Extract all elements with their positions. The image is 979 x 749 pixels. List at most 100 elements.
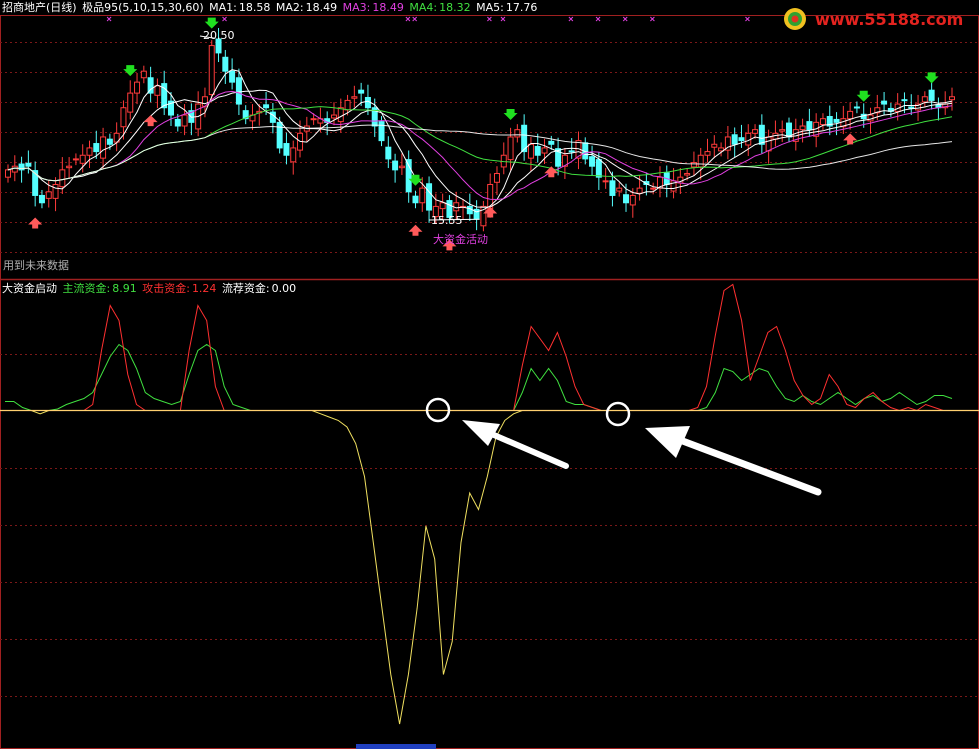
site-url: www.55188.com bbox=[815, 10, 964, 29]
candle-body bbox=[290, 147, 297, 163]
candle-body bbox=[847, 110, 854, 120]
attack-fund-value: 1.24 bbox=[191, 282, 217, 295]
candle-body bbox=[337, 107, 344, 123]
sell-arrow-icon bbox=[503, 108, 518, 120]
candle-body bbox=[541, 147, 548, 154]
ma1-line bbox=[7, 69, 953, 213]
candle-body bbox=[263, 104, 270, 109]
candle-body bbox=[310, 118, 317, 121]
candle-body bbox=[59, 169, 66, 188]
candle-body bbox=[819, 118, 826, 126]
candle-body bbox=[208, 45, 215, 96]
cross-marker-icon bbox=[500, 16, 506, 22]
candle-body bbox=[358, 89, 365, 94]
candle-body bbox=[507, 136, 514, 161]
candle-body bbox=[100, 136, 107, 159]
candle-body bbox=[853, 106, 860, 109]
candle-body bbox=[833, 118, 840, 123]
cross-marker-icon bbox=[106, 16, 112, 22]
candle-body bbox=[378, 121, 385, 142]
cross-marker-icon bbox=[405, 16, 411, 22]
buy-arrow-icon bbox=[28, 217, 43, 229]
candle-body bbox=[697, 154, 704, 168]
candle-body bbox=[45, 191, 52, 199]
candle-body bbox=[5, 169, 11, 178]
candle-body bbox=[140, 70, 147, 79]
candle-body bbox=[731, 134, 738, 145]
candle-body bbox=[11, 165, 18, 173]
candle-body bbox=[690, 162, 697, 168]
stock-title: 招商地产(日线) bbox=[2, 1, 77, 14]
candle-body bbox=[901, 99, 908, 102]
ma2-value: 18.49 bbox=[305, 1, 338, 14]
candle-body bbox=[174, 118, 181, 127]
future-data-label: 用到未来数据 bbox=[3, 259, 69, 272]
candle-body bbox=[25, 162, 32, 167]
candle-body bbox=[684, 173, 691, 176]
candle-body bbox=[779, 129, 786, 132]
upper-legend: 招商地产(日线) 极品95(5,10,15,30,60) MA1: 18.58 M… bbox=[2, 1, 539, 15]
candle-body bbox=[867, 114, 874, 122]
candle-body bbox=[589, 156, 596, 167]
lower-title: 大资金启动 bbox=[2, 282, 57, 295]
candle-body bbox=[439, 202, 446, 210]
candle-body bbox=[229, 70, 236, 83]
candle-body bbox=[38, 194, 45, 204]
sell-arrow-icon bbox=[204, 17, 219, 29]
ma4-value: 18.32 bbox=[439, 1, 471, 14]
candle-body bbox=[921, 96, 928, 103]
main-fund-negative-line bbox=[5, 410, 952, 725]
candle-body bbox=[222, 56, 229, 72]
buy-arrow-icon bbox=[408, 224, 423, 236]
main-fund-value: 8.91 bbox=[112, 282, 137, 295]
cross-marker-icon bbox=[487, 16, 492, 22]
sell-arrow-icon bbox=[123, 65, 138, 77]
candle-body bbox=[949, 96, 955, 101]
flow-fund-label: 流荐资金: bbox=[221, 282, 270, 295]
logo-swirl-icon bbox=[784, 8, 806, 30]
candle-body bbox=[881, 100, 888, 105]
lower-legend: 大资金启动 主流资金: 8.91 攻击资金: 1.24 流荐资金: 0.00 bbox=[2, 282, 298, 296]
candle-body bbox=[527, 143, 534, 159]
flow-fund-value: 0.00 bbox=[271, 282, 297, 295]
ma4-label: MA4: bbox=[409, 1, 438, 14]
candle-body bbox=[120, 107, 127, 128]
ma5-value: 17.76 bbox=[505, 1, 538, 14]
ma1-value: 18.58 bbox=[238, 1, 271, 14]
candle-body bbox=[330, 114, 337, 119]
candle-body bbox=[636, 187, 643, 194]
candle-body bbox=[711, 143, 718, 148]
candle-body bbox=[568, 150, 575, 153]
candle-body bbox=[419, 187, 426, 204]
main-fund-label: 主流资金: bbox=[62, 282, 111, 295]
candle-body bbox=[412, 195, 419, 204]
candle-body bbox=[351, 96, 358, 99]
candle-body bbox=[235, 77, 242, 105]
candle-body bbox=[181, 114, 188, 127]
candle-body bbox=[493, 173, 500, 183]
site-logo: www.55188.com bbox=[775, 4, 975, 34]
sell-arrow-icon bbox=[856, 90, 871, 102]
candle-body bbox=[752, 129, 759, 134]
candle-body bbox=[385, 146, 392, 160]
candle-body bbox=[786, 122, 793, 138]
buy-arrow-icon bbox=[544, 166, 559, 178]
candle-body bbox=[758, 124, 765, 145]
sell-arrow-icon bbox=[924, 72, 939, 84]
candle-body bbox=[908, 106, 915, 109]
buy-arrow-icon bbox=[843, 133, 858, 145]
candle-body bbox=[623, 194, 630, 204]
ma3-value: 18.49 bbox=[372, 1, 404, 14]
cross-marker-icon bbox=[650, 16, 655, 22]
candle-body bbox=[154, 85, 161, 96]
candle-body bbox=[344, 99, 351, 111]
candle-body bbox=[52, 183, 59, 199]
candle-body bbox=[806, 121, 813, 131]
cross-marker-icon bbox=[745, 16, 750, 22]
candle-body bbox=[134, 81, 141, 94]
candle-body bbox=[609, 180, 616, 196]
low-price-label: 15.55 bbox=[431, 214, 463, 227]
candle-body bbox=[548, 140, 555, 145]
candle-body bbox=[106, 138, 113, 145]
candle-body bbox=[738, 137, 745, 142]
